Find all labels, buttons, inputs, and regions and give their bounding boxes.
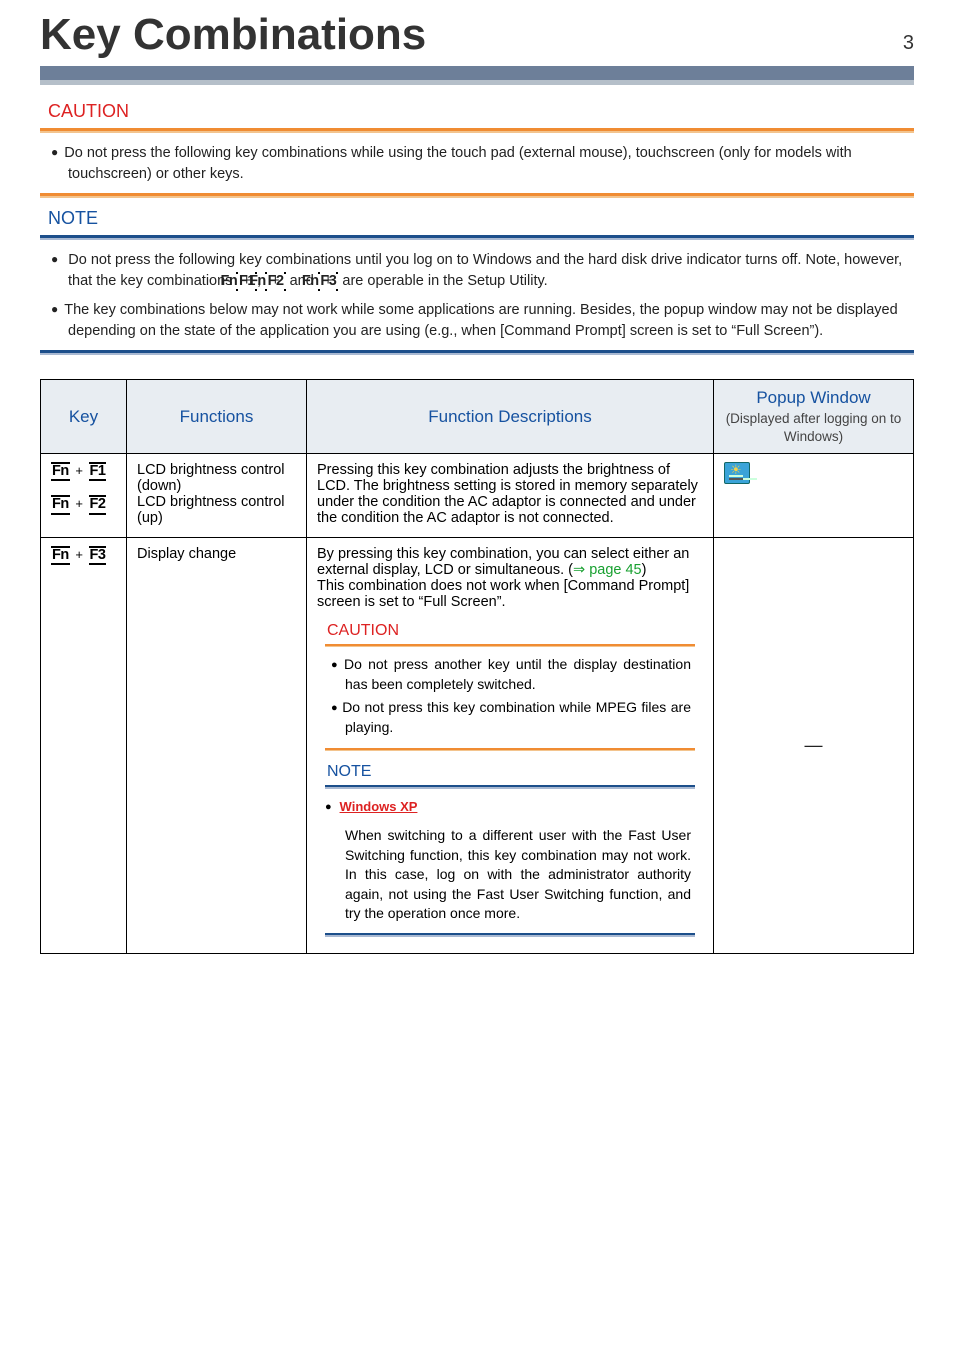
keycap-fn: Fn	[51, 546, 70, 565]
keycap-fn: Fn	[51, 462, 70, 481]
cell-desc: Pressing this key combination adjusts th…	[307, 454, 714, 537]
divider	[40, 196, 914, 198]
brightness-icon	[724, 462, 750, 484]
no-popup-dash: —	[805, 735, 823, 755]
note-item: Windows XP	[339, 797, 691, 817]
title-subrule	[40, 80, 914, 85]
note-heading: NOTE	[48, 208, 914, 229]
caution-heading: CAUTION	[48, 101, 914, 122]
cell-key: Fn + F1 Fn + F2	[41, 454, 127, 537]
divider	[325, 935, 695, 937]
page-link[interactable]: ⇒ page 45	[573, 562, 642, 578]
th-popup: Popup Window (Displayed after logging on…	[714, 380, 914, 454]
divider	[40, 353, 914, 355]
inner-note-heading: NOTE	[327, 763, 703, 781]
cell-functions: Display change	[127, 537, 307, 953]
title-rule	[40, 66, 914, 80]
divider	[40, 131, 914, 133]
th-functions: Functions	[127, 380, 307, 454]
keycap-f1: F1	[89, 462, 107, 481]
caution-item: Do not press another key until the displ…	[345, 655, 691, 694]
keycap-f3: F3	[89, 546, 107, 565]
cell-key: Fn + F3	[41, 537, 127, 953]
page-title: Key Combinations	[40, 10, 426, 60]
cell-popup: —	[714, 537, 914, 953]
divider	[325, 750, 695, 752]
key-combinations-table: Key Functions Function Descriptions Popu…	[40, 379, 914, 953]
page-number: 3	[903, 32, 914, 55]
keycap-fn: Fn	[51, 495, 70, 514]
note-item: The key combinations below may not work …	[68, 300, 904, 342]
table-row: Fn + F3 Display change By pressing this …	[41, 537, 914, 953]
windows-xp-label: Windows XP	[340, 799, 418, 814]
caution-item: Do not press this key combination while …	[345, 698, 691, 737]
note-body: When switching to a different user with …	[317, 826, 703, 930]
divider	[325, 787, 695, 789]
th-desc: Function Descriptions	[307, 380, 714, 454]
table-row: Fn + F1 Fn + F2 LCD brightness control (…	[41, 454, 914, 537]
cell-functions: LCD brightness control (down) LCD bright…	[127, 454, 307, 537]
cell-popup	[714, 454, 914, 537]
keycap-f2: F2	[89, 495, 107, 514]
cell-desc: By pressing this key combination, you ca…	[307, 537, 714, 953]
divider	[325, 646, 695, 648]
inner-caution-heading: CAUTION	[327, 622, 703, 640]
note-item: Do not press the following key combinati…	[68, 250, 904, 292]
keycap-f3: F3	[336, 272, 338, 291]
divider	[40, 238, 914, 240]
th-key: Key	[41, 380, 127, 454]
caution-item: Do not press the following key combinati…	[68, 143, 904, 185]
